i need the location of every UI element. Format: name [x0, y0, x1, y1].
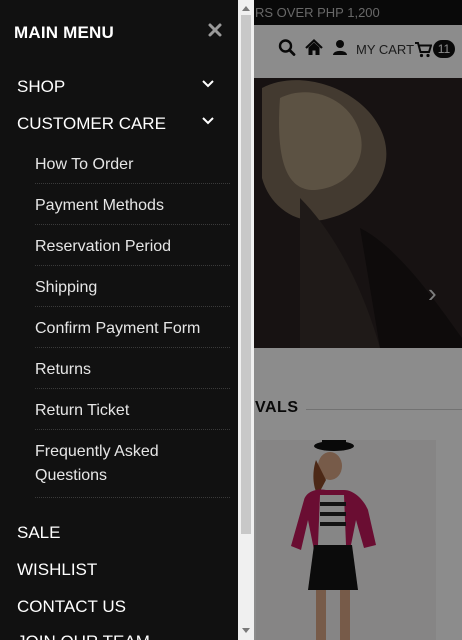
menu-item-shop[interactable]: SHOP: [17, 77, 65, 97]
close-icon[interactable]: [205, 20, 225, 40]
scrollbar-thumb[interactable]: [241, 15, 251, 534]
drawer-scrollbar[interactable]: [238, 0, 254, 640]
submenu-item-payment-methods[interactable]: Payment Methods: [35, 194, 225, 218]
drawer-title: MAIN MENU: [14, 23, 115, 42]
submenu-divider: [35, 497, 230, 498]
submenu-item-return-ticket[interactable]: Return Ticket: [35, 399, 225, 423]
submenu-divider: [35, 306, 230, 307]
submenu-item-shipping[interactable]: Shipping: [35, 276, 225, 300]
chevron-down-icon[interactable]: [201, 79, 215, 89]
submenu-divider: [35, 429, 230, 430]
scroll-down-arrow-icon[interactable]: [242, 628, 250, 633]
submenu-item-reservation-period[interactable]: Reservation Period: [35, 235, 225, 259]
chevron-down-icon[interactable]: [201, 116, 215, 126]
menu-item-join-our-team[interactable]: JOIN OUR TEAM: [17, 632, 150, 640]
submenu-divider: [35, 347, 230, 348]
menu-item-contact-us[interactable]: CONTACT US: [17, 597, 126, 617]
menu-item-sale[interactable]: SALE: [17, 523, 60, 543]
submenu-item-confirm-payment-form[interactable]: Confirm Payment Form: [35, 317, 225, 341]
menu-item-wishlist[interactable]: WISHLIST: [17, 560, 97, 580]
scroll-up-arrow-icon[interactable]: [242, 6, 250, 11]
submenu-item-how-to-order[interactable]: How To Order: [35, 153, 225, 177]
submenu-item-faq[interactable]: Frequently Asked Questions: [35, 440, 185, 488]
main-menu-drawer: MAIN MENU SHOP CUSTOMER CARE How To Orde…: [0, 0, 238, 640]
menu-item-customer-care[interactable]: CUSTOMER CARE: [17, 114, 166, 134]
submenu-divider: [35, 265, 230, 266]
submenu-item-returns[interactable]: Returns: [35, 358, 225, 382]
submenu-divider: [35, 224, 230, 225]
submenu-divider: [35, 183, 230, 184]
submenu-divider: [35, 388, 230, 389]
